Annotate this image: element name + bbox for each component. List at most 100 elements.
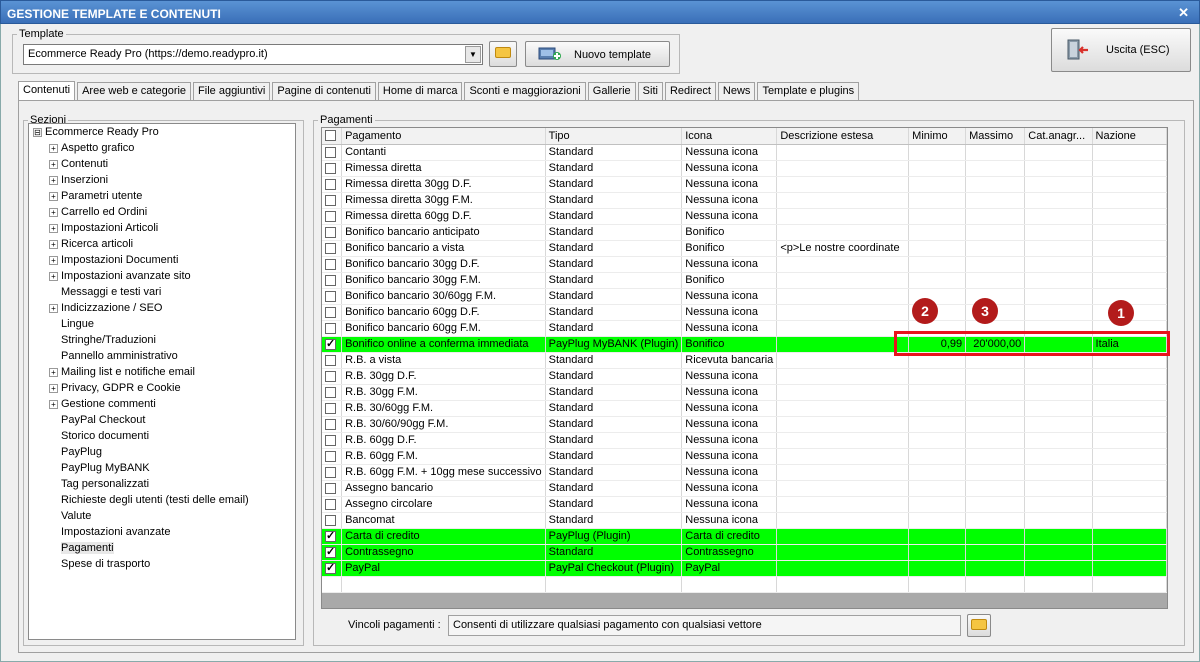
table-row[interactable]: Bonifico bancario 30/60gg F.M. Standard Ne… [322,288,1167,305]
tree-item[interactable]: + Indicizzazione / SEO [49,302,163,318]
table-cell[interactable] [776,416,910,433]
row-checkbox-cell[interactable] [322,416,343,433]
table-cell[interactable] [776,224,910,241]
table-cell[interactable] [1092,256,1167,273]
table-cell[interactable] [776,544,910,561]
row-checkbox[interactable] [325,178,336,190]
row-checkbox-cell[interactable] [322,144,343,161]
table-cell[interactable] [1024,560,1093,577]
table-cell[interactable] [908,384,967,401]
table-cell[interactable] [965,560,1026,577]
tree-item[interactable]: Tag personalizzati [49,478,149,494]
table-cell[interactable]: Standard [545,512,683,529]
table-cell[interactable] [965,416,1026,433]
table-cell[interactable]: Rimessa diretta [341,160,546,177]
table-cell[interactable]: PayPal [341,560,546,577]
row-checkbox[interactable] [325,370,336,382]
tree-item[interactable]: + Privacy, GDPR e Cookie [49,382,181,398]
table-cell[interactable] [776,160,910,177]
table-cell[interactable] [776,320,910,337]
table-cell[interactable]: Assegno bancario [341,480,546,497]
row-checkbox-cell[interactable] [322,432,343,449]
row-checkbox[interactable] [325,258,336,270]
table-cell[interactable] [776,448,910,465]
row-checkbox-cell[interactable] [322,272,343,289]
table-cell[interactable] [776,464,910,481]
select-all-checkbox[interactable] [325,130,336,142]
tab-template-plugins[interactable]: Template e plugins [757,82,860,100]
row-checkbox-cell[interactable] [322,560,343,577]
tab-sconti[interactable]: Sconti e maggiorazioni [464,82,586,100]
table-row[interactable]: Bonifico bancario 30gg D.F. Standard Nessu… [322,256,1167,273]
tree-item[interactable]: + Parametri utente [49,190,142,206]
table-cell[interactable] [1092,432,1167,449]
tree-item[interactable]: + Contenuti [49,158,108,174]
sections-tree[interactable]: ⊟ Ecommerce Ready Pro + Aspetto grafico + Con… [28,123,296,640]
row-checkbox-cell[interactable] [322,528,343,545]
tab-file-aggiuntivi[interactable]: File aggiuntivi [193,82,271,100]
table-row[interactable]: Bonifico bancario anticipato Standard Boni… [322,224,1167,241]
table-cell[interactable] [1092,528,1167,545]
expand-icon[interactable]: + [49,383,58,393]
table-cell[interactable] [1024,224,1093,241]
table-cell[interactable] [776,176,910,193]
row-checkbox[interactable] [325,450,336,462]
tree-item[interactable]: PayPal Checkout [49,414,145,430]
table-cell[interactable] [1092,496,1167,513]
table-row[interactable]: PayPalPayPal Checkout (Plugin)PayPal [322,560,1167,577]
tree-item[interactable]: Valute [49,510,91,526]
table-row[interactable]: Rimessa diretta Standard Nessuna icona [322,160,1167,177]
tab-contenuti[interactable]: Contenuti [18,81,76,101]
table-cell[interactable] [1092,368,1167,385]
expand-icon[interactable]: + [49,399,58,409]
table-cell[interactable] [965,144,1026,161]
table-row[interactable]: Bancomat Standard Nessuna icona [322,512,1167,529]
row-checkbox-cell[interactable] [322,224,343,241]
table-row[interactable]: ContrassegnoStandardContrassegno [322,544,1167,561]
table-cell[interactable] [965,528,1026,545]
tree-item[interactable]: PayPlug MyBANK [49,462,150,478]
tree-item[interactable]: + Aspetto grafico [49,142,134,158]
table-cell[interactable] [776,400,910,417]
tree-item[interactable]: Richieste degli utenti (testi delle emai… [49,494,249,510]
table-cell[interactable]: Bonifico [681,224,778,241]
tab-aree-web[interactable]: Aree web e categorie [77,82,192,100]
table-cell[interactable] [1092,288,1167,305]
tree-item[interactable]: ⊟ Ecommerce Ready Pro [33,126,159,142]
select-all-header[interactable] [322,128,343,145]
tree-item[interactable]: PayPlug [49,446,102,462]
expand-icon[interactable]: + [49,303,58,313]
table-cell[interactable]: Standard [545,432,683,449]
table-cell[interactable]: Bonifico bancario 30gg F.M. [341,272,546,289]
table-cell[interactable] [908,544,967,561]
table-cell[interactable] [1024,432,1093,449]
table-row[interactable]: R.B. 30gg D.F. Standard Nessuna icona [322,368,1167,385]
table-cell[interactable] [965,224,1026,241]
table-cell[interactable]: Carta di credito [341,528,546,545]
table-cell[interactable]: Bonifico [681,336,778,353]
table-cell[interactable] [1024,176,1093,193]
table-cell[interactable]: Nessuna icona [681,464,778,481]
row-checkbox[interactable] [325,210,336,222]
table-row[interactable]: R.B. 60gg D.F. Standard Nessuna icona [322,432,1167,449]
table-cell[interactable] [908,560,967,577]
table-cell[interactable] [908,480,967,497]
table-cell[interactable]: Bonifico online a conferma immediata [341,336,546,353]
table-cell[interactable]: Carta di credito [681,528,778,545]
row-checkbox-cell[interactable] [322,480,343,497]
table-cell[interactable]: Bonifico [681,240,778,257]
table-cell[interactable] [965,512,1026,529]
table-cell[interactable] [965,448,1026,465]
table-cell[interactable] [908,240,967,257]
tree-item[interactable]: Spese di trasporto [49,558,150,574]
row-checkbox[interactable] [325,242,336,254]
table-cell[interactable]: Standard [545,384,683,401]
table-cell[interactable] [1024,464,1093,481]
table-cell[interactable]: Standard [545,304,683,321]
table-cell[interactable] [1024,528,1093,545]
row-checkbox[interactable] [325,290,336,302]
table-cell[interactable] [1024,256,1093,273]
row-checkbox-cell[interactable] [322,208,343,225]
table-row[interactable]: Rimessa diretta 60gg D.F. Standard Nessuna… [322,208,1167,225]
row-checkbox-cell[interactable] [322,448,343,465]
